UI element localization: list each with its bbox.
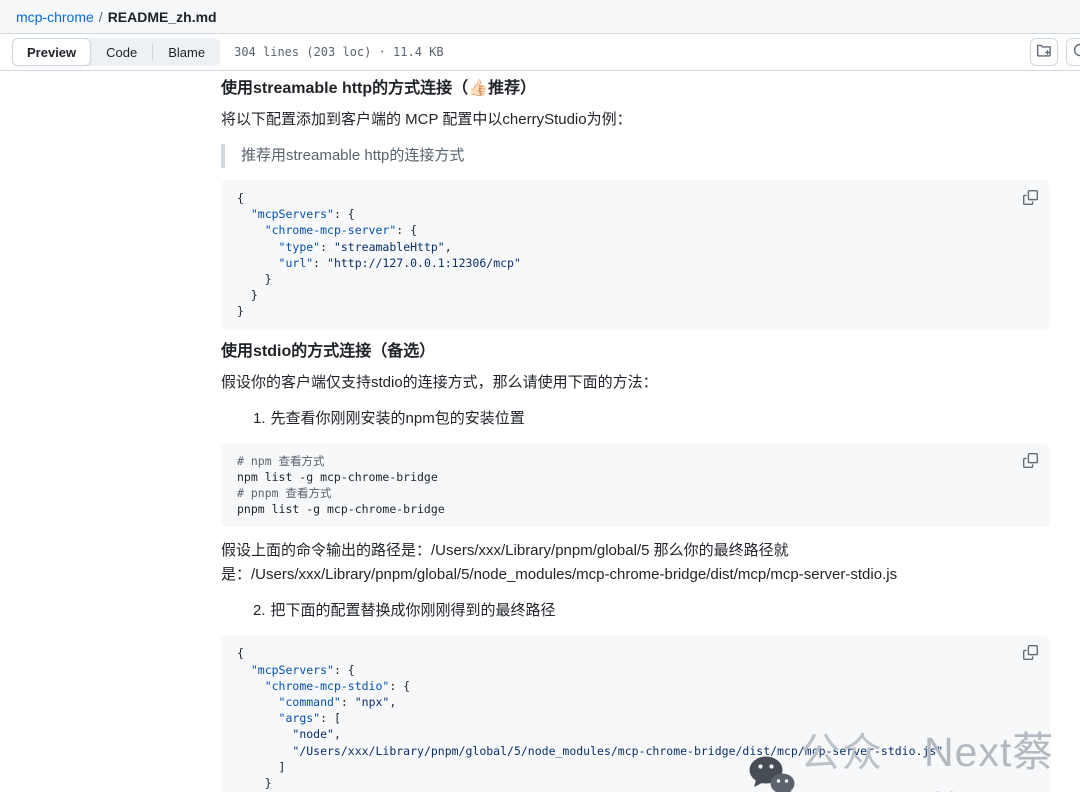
code-line: pnpm list -g mcp-chrome-bridge — [237, 501, 1034, 517]
copy-icon — [1023, 190, 1038, 210]
section-heading-stdio: 使用stdio的方式连接（备选） — [221, 342, 1050, 362]
code-line: "mcpServers": { — [237, 206, 1034, 222]
section-heading-streamable-http: 使用streamable http的方式连接（👍🏻推荐） — [221, 79, 1050, 99]
code-line: "/Users/xxx/Library/pnpm/global/5/node_m… — [237, 743, 1034, 759]
list-item: 2. 把下面的配置替换成你刚刚得到的最终路径 — [253, 599, 1050, 623]
file-actions — [1030, 38, 1080, 66]
code-line: } — [237, 271, 1034, 287]
folder-plus-icon — [1036, 42, 1052, 63]
code-line: npm list -g mcp-chrome-bridge — [237, 469, 1034, 485]
code-line: { — [237, 645, 1034, 661]
breadcrumb-separator: / — [99, 9, 103, 25]
list-item-text: 先查看你刚刚安装的npm包的安装位置 — [271, 407, 525, 431]
breadcrumb-repo-link[interactable]: mcp-chrome — [16, 9, 94, 25]
code-line: } — [237, 287, 1034, 303]
paragraph-stdio-intro: 假设你的客户端仅支持stdio的连接方式，那么请使用下面的方法： — [221, 371, 1050, 395]
code-block-streamable-http-json: { "mcpServers": { "chrome-mcp-server": {… — [221, 180, 1050, 330]
path-line-1: 假设上面的命令输出的路径是：/Users/xxx/Library/pnpm/gl… — [221, 542, 789, 559]
code-line: "type": "streamableHttp", — [237, 239, 1034, 255]
code-line: ] — [237, 759, 1034, 775]
copy-icon — [1023, 645, 1038, 665]
code-line: "url": "http://127.0.0.1:12306/mcp" — [237, 255, 1034, 271]
code-line: } — [237, 303, 1034, 319]
code-line: # npm 查看方式 — [237, 453, 1034, 469]
code-line: "node", — [237, 726, 1034, 742]
breadcrumb-filename: README_zh.md — [108, 9, 217, 25]
paragraph-config-intro: 将以下配置添加到客户端的 MCP 配置中以cherryStudio为例： — [221, 108, 1050, 132]
path-line-2: 是：/Users/xxx/Library/pnpm/global/5/node_… — [221, 566, 897, 583]
ordered-list-step2: 2. 把下面的配置替换成你刚刚得到的最终路径 — [221, 599, 1050, 623]
code-line: "mcpServers": { — [237, 662, 1034, 678]
file-meta: 304 lines (203 loc) · 11.4 KB — [234, 45, 444, 59]
list-marker: 1. — [253, 407, 266, 431]
paragraph-path-explanation: 假设上面的命令输出的路径是：/Users/xxx/Library/pnpm/gl… — [221, 539, 1050, 587]
code-line: "command": "npx", — [237, 694, 1034, 710]
code-line: "args": [ — [237, 710, 1034, 726]
file-header: Preview Code Blame 304 lines (203 loc) ·… — [0, 34, 1080, 71]
list-marker: 2. — [253, 599, 266, 623]
breadcrumb: mcp-chrome / README_zh.md — [0, 0, 1080, 34]
list-item: 1. 先查看你刚刚安装的npm包的安装位置 — [253, 407, 1050, 431]
edit-file-button[interactable] — [1066, 38, 1080, 66]
tab-preview[interactable]: Preview — [12, 38, 91, 66]
code-block-npm-lookup: # npm 查看方式npm list -g mcp-chrome-bridge#… — [221, 443, 1050, 528]
code-line: } — [237, 775, 1034, 791]
code-line: "chrome-mcp-server": { — [237, 222, 1034, 238]
copy-icon — [1023, 453, 1038, 473]
code-line: # pnpm 查看方式 — [237, 485, 1034, 501]
copy-button[interactable] — [1018, 188, 1042, 212]
edit-icon — [1072, 42, 1080, 63]
list-item-text: 把下面的配置替换成你刚刚得到的最终路径 — [271, 599, 556, 623]
add-file-button[interactable] — [1030, 38, 1058, 66]
copy-button[interactable] — [1018, 451, 1042, 475]
code-block-stdio-json: { "mcpServers": { "chrome-mcp-stdio": { … — [221, 635, 1050, 792]
code-line: { — [237, 190, 1034, 206]
tab-code[interactable]: Code — [91, 38, 152, 66]
tab-blame[interactable]: Blame — [153, 38, 220, 66]
blockquote-recommendation: 推荐用streamable http的连接方式 — [221, 144, 1050, 168]
markdown-body: 使用streamable http的方式连接（👍🏻推荐） 将以下配置添加到客户端… — [221, 71, 1050, 792]
code-line: "chrome-mcp-stdio": { — [237, 678, 1034, 694]
copy-button[interactable] — [1018, 643, 1042, 667]
view-switcher: Preview Code Blame — [12, 38, 220, 66]
ordered-list-step1: 1. 先查看你刚刚安装的npm包的安装位置 — [221, 407, 1050, 431]
